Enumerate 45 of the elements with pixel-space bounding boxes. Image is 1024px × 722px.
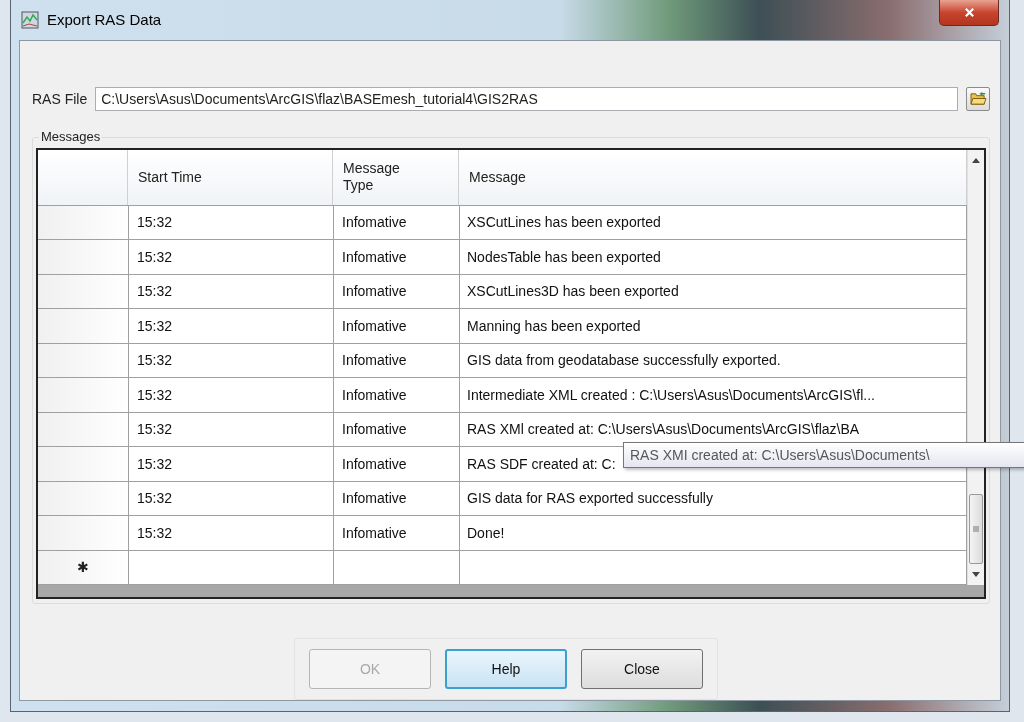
row-header[interactable]: [38, 412, 129, 446]
table-cell: 15:32: [129, 516, 334, 550]
table-cell: 15:32: [129, 343, 334, 377]
scroll-up-icon[interactable]: [972, 157, 980, 163]
tooltip: RAS XMI created at: C:\Users\Asus\Documents\: [623, 442, 1024, 468]
dialog-button[interactable]: Help: [445, 649, 567, 689]
table-cell: Infomative: [334, 240, 460, 274]
row-header[interactable]: [38, 274, 129, 308]
table-cell: Infomative: [334, 343, 460, 377]
row-header[interactable]: [38, 481, 129, 515]
folder-icon: [969, 91, 987, 106]
field-label: RAS File: [32, 90, 88, 107]
table-cell: 15:32: [129, 205, 334, 239]
table-cell: 15:32: [129, 481, 334, 515]
table-cell: Infomative: [334, 447, 460, 481]
table-cell: 15:32: [129, 240, 334, 274]
dialog-button[interactable]: Close: [581, 649, 703, 689]
column-header[interactable]: Message Type: [333, 149, 459, 205]
table-cell: 15:32: [129, 274, 334, 308]
row-header[interactable]: [38, 205, 129, 239]
row-header[interactable]: [38, 343, 129, 377]
new-row-marker: ✱: [77, 559, 89, 576]
table-cell: Infomative: [334, 309, 460, 343]
table-cell: Infomative: [334, 378, 460, 412]
table-cell: 15:32: [129, 378, 334, 412]
column-header[interactable]: Start Time: [128, 149, 333, 205]
map-icon: [21, 10, 39, 29]
scrollbar[interactable]: [967, 149, 984, 585]
table-cell: Infomative: [334, 205, 460, 239]
table-cell: Infomative: [334, 481, 460, 515]
window-title: Export RAS Data: [47, 11, 162, 29]
grip-icon: [973, 526, 979, 532]
scroll-down-icon[interactable]: [972, 572, 980, 577]
table-cell: 15:32: [129, 309, 334, 343]
close-icon: [963, 7, 975, 18]
browse-button[interactable]: [966, 86, 990, 111]
table-cell: Infomative: [334, 516, 460, 550]
table-cell: Infomative: [334, 412, 460, 446]
table-cell: 15:32: [129, 447, 334, 481]
scroll-thumb[interactable]: [969, 494, 983, 564]
table-cell: Infomative: [334, 274, 460, 308]
horizontal-scrollbar[interactable]: [38, 585, 984, 597]
close-button[interactable]: [939, 0, 999, 26]
file-path-field[interactable]: C:\Users\Asus\Documents\ArcGIS\flaz\BASEmesh_tutorial4\GIS2RAS: [95, 86, 958, 111]
table-cell: 15:32: [129, 412, 334, 446]
